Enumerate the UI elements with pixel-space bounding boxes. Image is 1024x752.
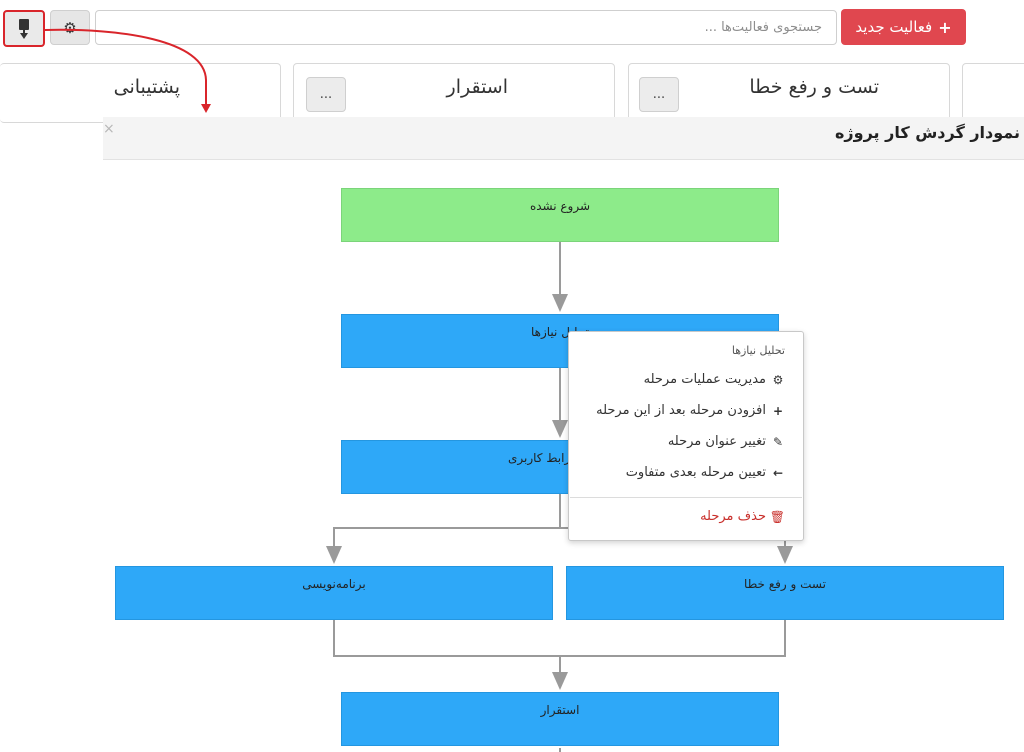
flow-node-deploy[interactable]: استقرار xyxy=(341,692,779,746)
menu-item-set-next-stage[interactable]: ← تعیین مرحله بعدی متفاوت xyxy=(626,465,785,480)
menu-item-label: افزودن مرحله بعد از این مرحله xyxy=(596,403,766,418)
menu-item-manage-operations[interactable]: ⚙ مدیریت عملیات مرحله xyxy=(644,372,785,387)
flow-connectors xyxy=(44,28,793,752)
flow-node-programming[interactable]: برنامه‌نویسی xyxy=(115,566,553,620)
menu-item-delete-stage[interactable]: 🗑 حذف مرحله xyxy=(700,509,785,524)
arrow-left-icon: ← xyxy=(772,465,784,480)
menu-item-label: تغییر عنوان مرحله xyxy=(667,434,766,449)
menu-divider xyxy=(570,497,802,498)
flow-node-testing[interactable]: تست و رفع خطا xyxy=(566,566,1004,620)
context-menu-header: تحلیل نیازها xyxy=(731,344,785,357)
menu-item-label: حذف مرحله xyxy=(700,509,766,524)
menu-item-rename-stage[interactable]: ✎ تغییر عنوان مرحله xyxy=(668,434,785,449)
menu-item-label: مدیریت عملیات مرحله xyxy=(643,372,766,387)
menu-item-add-next-stage[interactable]: + افزودن مرحله بعد از این مرحله xyxy=(596,403,785,418)
edit-icon: ✎ xyxy=(772,434,784,449)
menu-item-label: تعیین مرحله بعدی متفاوت xyxy=(625,465,766,480)
stage-context-menu: تحلیل نیازها ⚙ مدیریت عملیات مرحله + افز… xyxy=(568,331,804,541)
flow-node-label: رابط کاربری xyxy=(508,451,571,465)
flow-node-label: برنامه‌نویسی xyxy=(302,577,366,591)
flow-node-label: شروع نشده xyxy=(529,199,591,213)
flow-node-label: تست و رفع خطا xyxy=(744,577,826,591)
annotation-arrow xyxy=(44,28,207,104)
flow-node-not-started[interactable]: شروع نشده xyxy=(341,188,779,242)
plus-icon: + xyxy=(772,403,784,418)
gear-icon: ⚙ xyxy=(772,372,784,387)
annotation-arrowhead xyxy=(201,104,211,113)
trash-icon: 🗑 xyxy=(769,509,785,524)
flow-node-label: استقرار xyxy=(540,703,580,717)
